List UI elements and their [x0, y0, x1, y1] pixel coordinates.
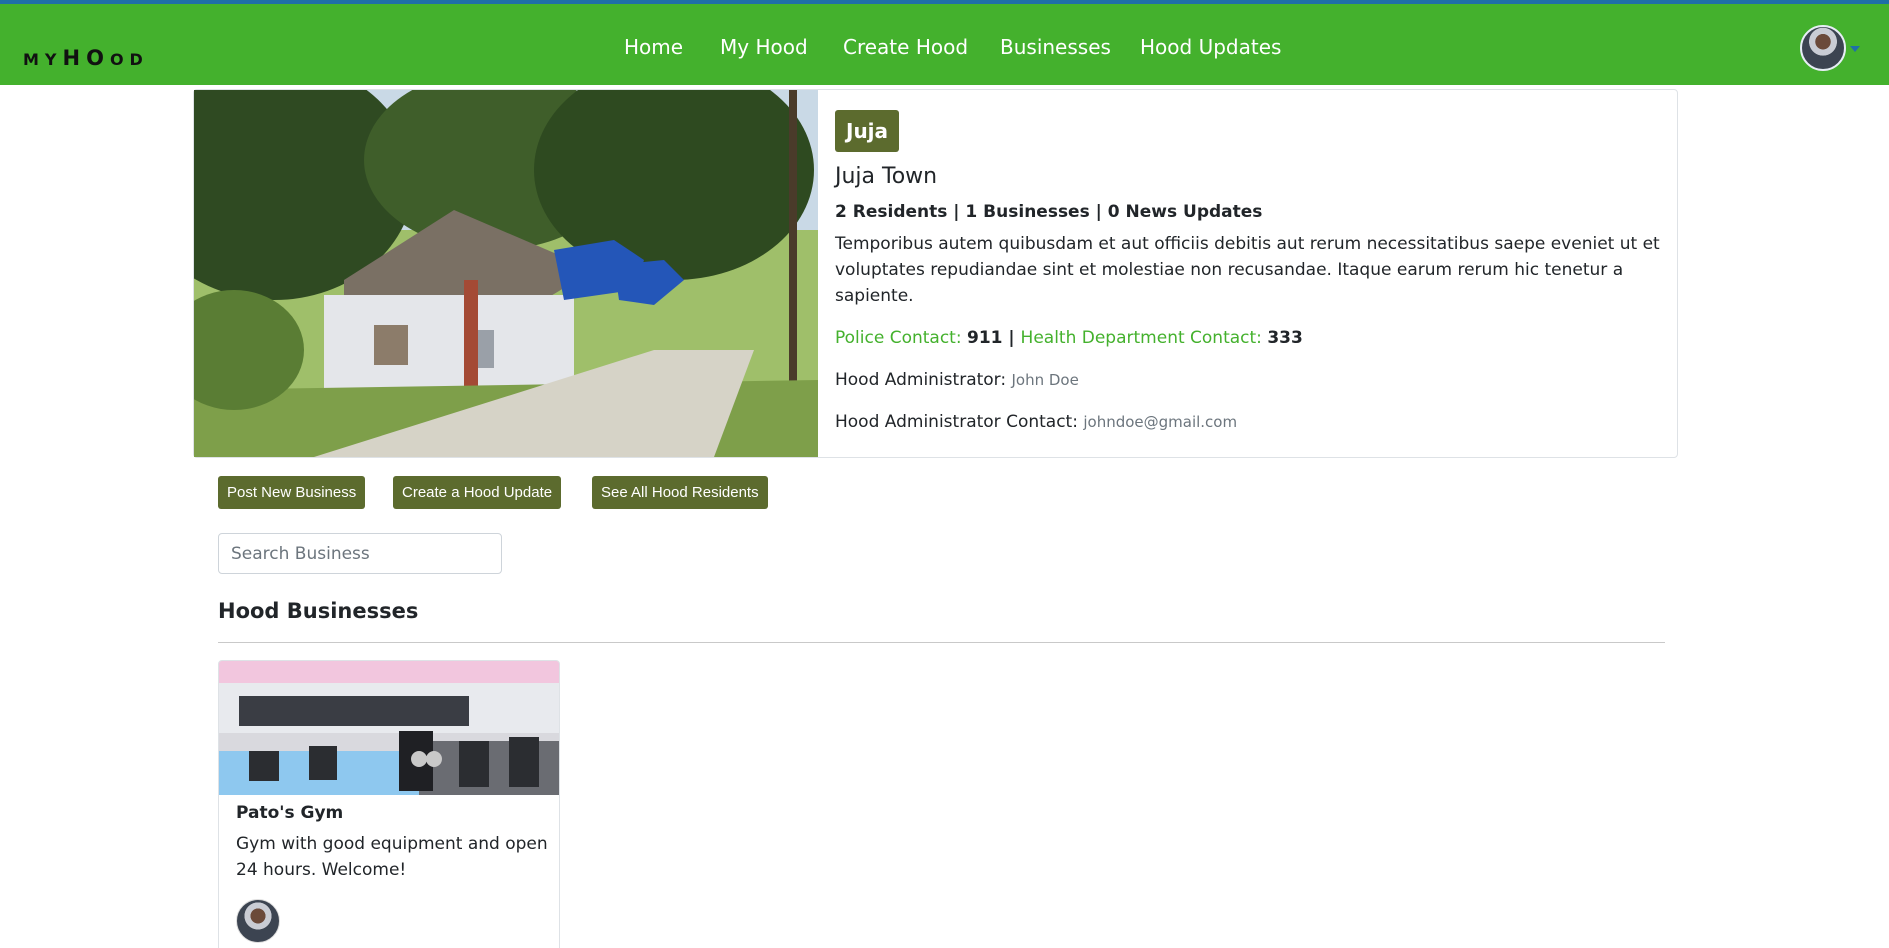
- chevron-down-icon[interactable]: [1850, 46, 1860, 52]
- hood-badge: Juja: [835, 110, 900, 152]
- create-hood-update-button[interactable]: Create a Hood Update: [393, 476, 562, 509]
- hood-admin-contact: Hood Administrator Contact: johndoe@gmai…: [835, 410, 1665, 434]
- business-image: [219, 661, 559, 795]
- hood-image: [194, 90, 818, 457]
- residents-label: Residents |: [846, 202, 966, 222]
- admin-value: John Doe: [1011, 371, 1079, 389]
- business-description: Gym with good equipment and open 24 hour…: [236, 834, 548, 880]
- health-contact-value: 333: [1267, 328, 1303, 348]
- news-count: 0: [1107, 202, 1120, 222]
- nav-link-hood-updates[interactable]: Hood Updates: [1140, 30, 1281, 64]
- hood-description: Temporibus autem quibusdam et aut offici…: [835, 234, 1660, 306]
- divider: [218, 642, 1665, 643]
- hood-town: Juja Town: [835, 164, 938, 189]
- business-card[interactable]: Pato's Gym Gym with good equipment and o…: [218, 660, 560, 948]
- business-name[interactable]: Pato's Gym: [236, 801, 343, 825]
- brand-text-part: OD: [109, 50, 149, 69]
- contacts-separator: |: [1002, 328, 1021, 348]
- search-business-input[interactable]: [218, 533, 502, 574]
- brand-text-part: MY: [23, 50, 63, 69]
- nav-link-my-hood[interactable]: My Hood: [720, 30, 808, 64]
- police-contact-value: 911: [966, 328, 1003, 348]
- admin-label: Hood Administrator:: [835, 370, 1012, 390]
- nav-link-create-hood[interactable]: Create Hood: [843, 30, 968, 64]
- hood-contacts: Police Contact: 911 | Health Department …: [835, 326, 1665, 350]
- admin-contact-label: Hood Administrator Contact:: [835, 412, 1084, 432]
- health-contact-label: Health Department Contact:: [1020, 328, 1268, 348]
- post-new-business-button[interactable]: Post New Business: [218, 476, 366, 509]
- hood-admin: Hood Administrator: John Doe: [835, 368, 1665, 392]
- brand-text-part: HO: [62, 46, 110, 70]
- see-all-residents-button[interactable]: See All Hood Residents: [592, 476, 768, 509]
- hood-stats: 2 Residents | 1 Businesses | 0 News Upda…: [835, 200, 1665, 224]
- section-title: Hood Businesses: [218, 599, 419, 623]
- admin-contact-value: johndoe@gmail.com: [1083, 413, 1238, 431]
- nav-link-businesses[interactable]: Businesses: [1000, 30, 1111, 64]
- news-label: News Updates: [1119, 202, 1263, 222]
- brand-logo[interactable]: MYHOOD: [23, 48, 149, 70]
- nav-link-home[interactable]: Home: [624, 30, 683, 64]
- user-avatar[interactable]: [1800, 25, 1846, 71]
- businesses-label: Businesses |: [977, 202, 1108, 222]
- hood-card: Juja Juja Town 2 Residents | 1 Businesse…: [193, 89, 1678, 458]
- businesses-count: 1: [965, 202, 978, 222]
- police-contact-label: Police Contact:: [835, 328, 967, 348]
- hood-info: Juja Juja Town 2 Residents | 1 Businesse…: [835, 110, 1665, 434]
- business-owner-avatar[interactable]: [236, 899, 280, 943]
- residents-count: 2: [835, 202, 847, 222]
- top-navbar: MYHOOD Home My Hood Create Hood Business…: [0, 0, 1889, 85]
